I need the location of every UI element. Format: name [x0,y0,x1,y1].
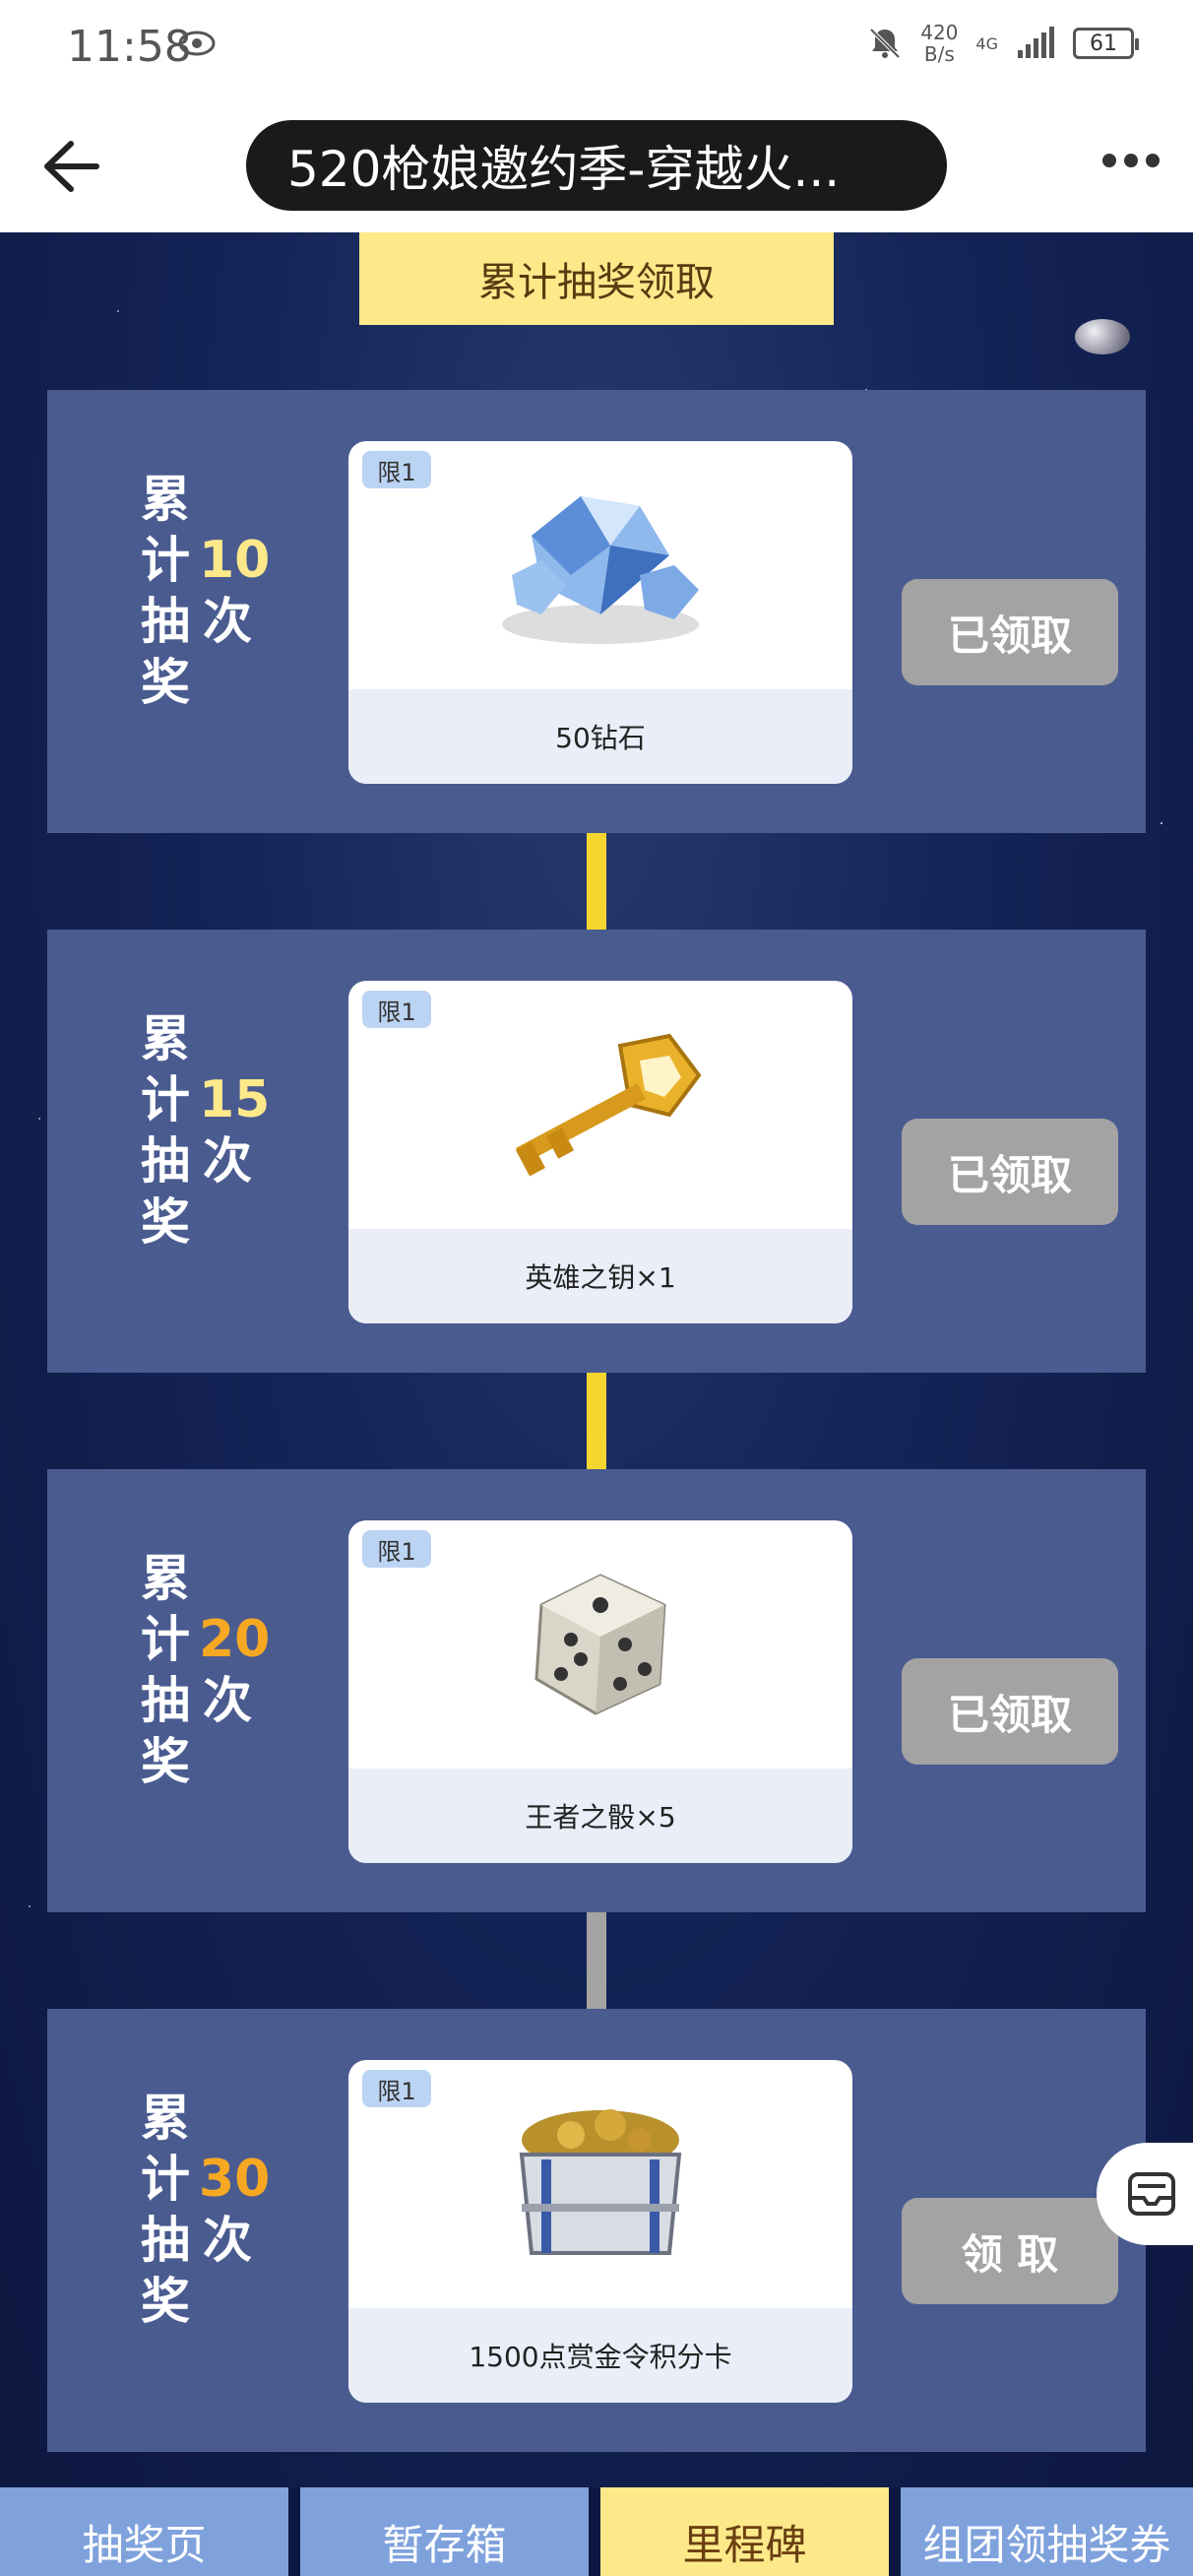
claimed-button[interactable]: 已领取 [902,1658,1118,1765]
title-bar: 520枪娘邀约季-穿越火... [0,98,1193,232]
reward-name: 王者之骰×5 [348,1769,852,1863]
reward-name: 50钻石 [348,689,852,784]
back-arrow-icon[interactable] [35,132,104,201]
tab-milestone[interactable]: 里程碑 [600,2487,889,2576]
milestone-content: 累计抽奖领取 累 计 抽 奖 10 次 限1 50钻石 已领取 累 计 抽 奖 … [0,232,1193,2487]
reward-name: 1500点赏金令积分卡 [348,2308,852,2403]
milestone-count: 20 [199,1610,271,1669]
mute-bell-icon [869,28,901,59]
milestone-unit: 次 [203,593,252,650]
milestone-label: 累 计 抽 奖 30 次 [141,2090,271,2330]
status-time: 11:58 [67,22,192,72]
milestone-count: 10 [199,531,271,590]
claim-button[interactable]: 领 取 [902,2198,1118,2304]
progress-connector [587,1373,606,1469]
message-float-button[interactable] [1097,2143,1193,2245]
milestone-unit: 次 [203,1132,252,1190]
status-bar: 11:58 420 B/s 4G 61 [0,0,1193,98]
more-options-icon[interactable] [1102,154,1160,167]
tab-lottery-page[interactable]: 抽奖页 [0,2487,288,2576]
key-icon [515,1033,702,1177]
milestone-count: 30 [199,2150,271,2209]
eye-icon [178,31,216,56]
milestone-unit: 次 [203,1672,252,1729]
reward-item: 限1 50钻石 [348,441,852,784]
reward-name: 英雄之钥×1 [348,1229,852,1323]
signal-icon [1018,27,1054,58]
milestone-label: 累 计 抽 奖 20 次 [141,1550,271,1790]
limit-badge: 限1 [362,1530,431,1568]
milestone-card: 累 计 抽 奖 15 次 限1 英雄之钥×1 已领取 [47,930,1146,1373]
milestone-label: 累 计 抽 奖 10 次 [141,471,271,711]
diamond-icon [502,496,699,644]
network-type: 4G [975,33,998,53]
page-title: 520枪娘邀约季-穿越火... [246,120,947,211]
dice-icon [534,1574,666,1715]
milestone-card: 累 计 抽 奖 20 次 限1 王者之骰×5 已领取 [47,1469,1146,1912]
claimed-button[interactable]: 已领取 [902,1119,1118,1225]
battery-icon: 61 [1073,28,1139,59]
inbox-icon [1128,2172,1175,2216]
section-header: 累计抽奖领取 [359,232,834,325]
tab-storage-box[interactable]: 暂存箱 [300,2487,589,2576]
progress-connector [587,1912,606,2009]
tab-team-tickets[interactable]: 组团领抽奖券 [901,2487,1193,2576]
milestone-card: 累 计 抽 奖 10 次 限1 50钻石 已领取 [47,390,1146,833]
milestone-count: 15 [199,1070,271,1129]
reward-item: 限1 王者之骰×5 [348,1520,852,1863]
limit-badge: 限1 [362,991,431,1028]
claimed-button[interactable]: 已领取 [902,579,1118,685]
bottom-nav: 抽奖页 暂存箱 里程碑 组团领抽奖券 [0,2487,1193,2576]
milestone-label: 累 计 抽 奖 15 次 [141,1010,271,1251]
limit-badge: 限1 [362,451,431,488]
limit-badge: 限1 [362,2070,431,2107]
milestone-card: 累 计 抽 奖 30 次 限1 1500点赏金令积分卡 领 取 [47,2009,1146,2452]
progress-connector [587,833,606,930]
treasure-box-icon [519,2109,682,2255]
network-speed: 420 B/s [920,21,959,66]
reward-item: 限1 英雄之钥×1 [348,981,852,1323]
milestone-unit: 次 [203,2212,252,2269]
planet-decoration [1075,319,1130,354]
reward-item: 限1 1500点赏金令积分卡 [348,2060,852,2403]
